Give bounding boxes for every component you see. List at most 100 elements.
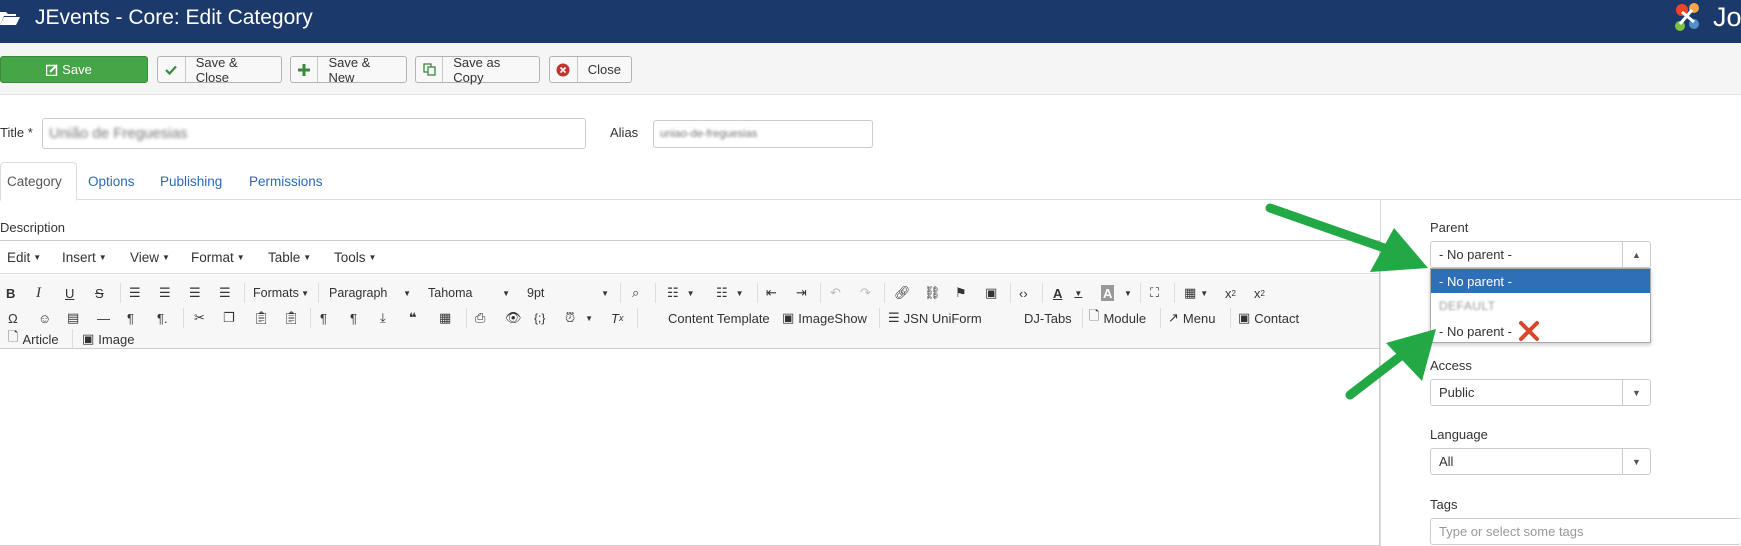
font-size-dropdown[interactable]: 9pt ▼ <box>527 283 609 303</box>
fullscreen-icon[interactable]: ⛶ <box>1150 283 1159 303</box>
menu-insert[interactable]: Insert ▼ <box>62 250 107 265</box>
save-new-button[interactable]: Save & New <box>290 55 407 85</box>
language-select[interactable]: All ▼ <box>1430 448 1651 475</box>
dj-tabs-button[interactable]: DJ-Tabs <box>1024 308 1072 328</box>
table-icon[interactable]: ▦ ▼ <box>1184 283 1208 303</box>
align-center-icon[interactable]: ☰ <box>159 283 171 303</box>
article-button[interactable]: 🗋︎ Article <box>8 329 59 349</box>
cut-icon[interactable]: ✂ <box>194 308 205 328</box>
bullet-list-icon[interactable]: ☷ ▼ <box>667 283 695 303</box>
menu-view[interactable]: View ▼ <box>130 250 170 265</box>
text-color-icon[interactable]: A ▼ <box>1053 283 1082 303</box>
anchor-icon[interactable]: ⚑ <box>955 283 967 303</box>
article-label: Article <box>22 331 59 347</box>
align-right-icon[interactable]: ☰ <box>189 283 201 303</box>
tags-label: Tags <box>1430 497 1458 512</box>
parent-value: - No parent - <box>1439 247 1512 262</box>
show-blocks-icon[interactable]: ¶. <box>157 308 168 328</box>
font-family-label: Tahoma <box>428 286 473 300</box>
parent-option[interactable]: - No parent - <box>1431 319 1650 343</box>
underline-icon[interactable]: U <box>65 283 74 303</box>
media-icon[interactable]: ▤ <box>67 308 79 328</box>
caret-down-icon: ▼ <box>1622 449 1650 474</box>
title-input[interactable]: União de Freguesias <box>42 118 586 149</box>
preview-icon[interactable]: 👁︎ <box>505 308 522 328</box>
block-format-dropdown[interactable]: Paragraph ▼ <box>329 283 411 303</box>
link-icon[interactable]: 🔗︎ <box>894 283 911 303</box>
undo-icon[interactable]: ↶ <box>830 283 841 303</box>
rtl-icon[interactable]: ¶ <box>350 308 357 328</box>
horizontal-rule-icon[interactable]: — <box>97 308 110 328</box>
align-left-icon[interactable]: ☰ <box>129 283 141 303</box>
tab-category[interactable]: Category <box>0 162 77 201</box>
rich-text-editor: Edit ▼ Insert ▼ View ▼ Format ▼ Table ▼ Tools… <box>0 240 1380 546</box>
jsn-uniform-button[interactable]: ☰ JSN UniForm <box>888 308 982 328</box>
numbered-list-icon[interactable]: ☷ ▼ <box>716 283 744 303</box>
image-icon: ▣ <box>782 310 795 325</box>
menu-table[interactable]: Table ▼ <box>268 250 311 265</box>
content-template-button[interactable]: Content Template <box>668 308 770 328</box>
module-button[interactable]: 🗋︎ Module <box>1089 308 1146 328</box>
outdent-icon[interactable]: ⇤ <box>766 283 777 303</box>
code-icon[interactable]: ‹› <box>1019 283 1028 303</box>
contact-button[interactable]: ▣ Contact <box>1238 308 1299 328</box>
parent-option[interactable]: - No parent - <box>1431 269 1650 293</box>
alias-label: Alias <box>610 125 639 140</box>
toolbar: Save Save & Close Save & New Save as Cop… <box>0 43 1741 95</box>
indent-icon[interactable]: ⇥ <box>796 283 807 303</box>
access-select[interactable]: Public ▼ <box>1430 379 1651 406</box>
close-button[interactable]: Close <box>549 56 632 83</box>
save-copy-button[interactable]: Save as Copy <box>415 55 540 85</box>
picture-icon: ▣ <box>82 331 95 346</box>
bold-icon[interactable]: B <box>6 283 15 303</box>
copy-editor-icon[interactable]: ❐ <box>223 308 235 328</box>
find-replace-icon[interactable]: ⌕ <box>632 283 639 303</box>
background-color-icon[interactable]: A <box>1101 285 1115 301</box>
font-family-dropdown[interactable]: Tahoma ▼ <box>428 283 510 303</box>
ltr-icon[interactable]: ¶ <box>320 308 327 328</box>
paste-text-icon[interactable]: 📋︎ <box>283 308 300 328</box>
superscript-icon[interactable]: x2 <box>1254 283 1265 303</box>
paste-icon[interactable]: 📋︎ <box>253 308 270 328</box>
tab-publishing[interactable]: Publishing <box>160 162 222 200</box>
special-char-icon[interactable]: Ω <box>8 308 18 328</box>
code-sample-icon[interactable]: {;} <box>534 308 545 328</box>
clear-formatting-icon[interactable]: Tx <box>611 308 623 328</box>
menu-edit-label: Edit <box>7 250 31 265</box>
strikethrough-icon[interactable]: S <box>95 283 104 303</box>
template-icon[interactable]: ▦ <box>439 308 451 328</box>
close-label: Close <box>587 62 621 77</box>
align-justify-icon[interactable]: ☰ <box>219 283 231 303</box>
plus-icon <box>291 57 319 82</box>
save-close-button[interactable]: Save & Close <box>157 55 282 85</box>
subscript-icon[interactable]: x2 <box>1225 283 1236 303</box>
nonbreaking-icon[interactable]: ¶ <box>127 308 134 328</box>
italic-icon[interactable]: I <box>36 283 41 303</box>
menu-format[interactable]: Format ▼ <box>191 250 245 265</box>
redo-icon[interactable]: ↷ <box>860 283 871 303</box>
tab-options[interactable]: Options <box>88 162 135 200</box>
unlink-icon[interactable]: ⛓︎ <box>924 283 941 303</box>
parent-select[interactable]: - No parent - ▲ <box>1430 241 1651 268</box>
tags-placeholder: Type or select some tags <box>1439 524 1584 539</box>
parent-option[interactable]: DEFAULT <box>1431 294 1650 318</box>
tags-input[interactable]: Type or select some tags <box>1430 518 1741 545</box>
blockquote-icon[interactable]: ❝ <box>409 308 417 328</box>
menu-button[interactable]: ↗ Menu <box>1168 308 1215 328</box>
caret-up-icon[interactable]: ▲ <box>1622 242 1650 267</box>
image-icon[interactable]: ▣ <box>985 283 997 303</box>
datetime-icon[interactable]: ⏰︎ ▼ <box>565 308 593 328</box>
emoticons-icon[interactable]: ☺ <box>38 308 51 328</box>
image-button[interactable]: ▣ Image <box>82 329 134 349</box>
imageshow-button[interactable]: ▣ ImageShow <box>782 308 867 328</box>
save-button[interactable]: Save <box>0 56 148 83</box>
background-color-caret[interactable]: ▼ <box>1124 283 1132 303</box>
menu-edit[interactable]: Edit ▼ <box>7 250 41 265</box>
title-label: Title * <box>0 125 33 140</box>
formats-dropdown[interactable]: Formats ▼ <box>253 283 309 303</box>
alias-input[interactable]: uniao-de-freguesias <box>653 120 873 148</box>
print-icon[interactable]: ⎙ <box>475 308 485 328</box>
insert-icon[interactable]: ⤓ <box>380 308 386 328</box>
tab-permissions[interactable]: Permissions <box>249 162 323 200</box>
menu-tools[interactable]: Tools ▼ <box>334 250 376 265</box>
